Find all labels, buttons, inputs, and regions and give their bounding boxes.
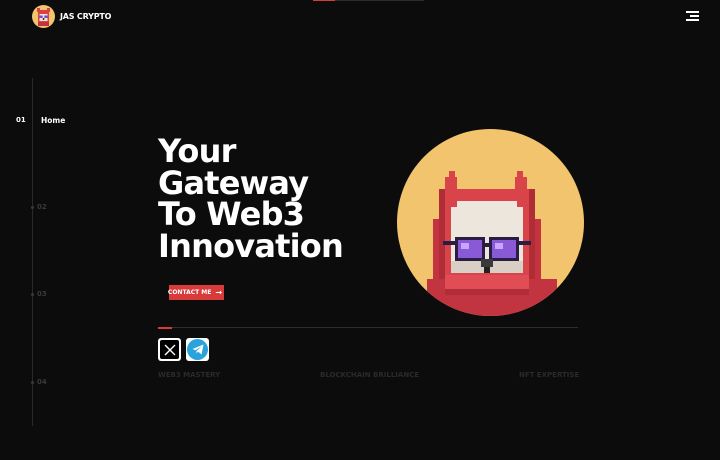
feature-blockchain-brilliance: BLOCKCHAIN BRILLIANCE: [320, 371, 420, 379]
brand-name: JAS CRYPTO: [60, 12, 112, 21]
divider-accent: [158, 326, 172, 329]
contact-me-label: CONTACT ME: [167, 289, 212, 296]
top-progress-line: [313, 0, 424, 1]
telegram-link[interactable]: [186, 338, 209, 361]
brand-logo[interactable]: JAS CRYPTO: [32, 5, 111, 28]
nav-dot: [31, 206, 34, 209]
headline-line: Your: [158, 132, 236, 170]
nav-item-home[interactable]: Home: [41, 116, 65, 125]
telegram-icon: [187, 339, 208, 360]
nav-item-home-number[interactable]: 01: [16, 116, 26, 124]
page: JAS CRYPTO 01 Home 02 03 04 Your Gateway…: [0, 0, 720, 460]
nav-item-04[interactable]: 04: [37, 378, 47, 386]
hero-headline: Your Gateway To Web3 Innovation: [158, 132, 344, 265]
headline-line: To Web3: [158, 195, 305, 233]
headline-line: Innovation: [158, 226, 344, 265]
feature-web3-mastery: WEB3 MASTERY: [158, 371, 221, 379]
hamburger-menu-button[interactable]: [686, 11, 699, 21]
nav-dot: [31, 293, 34, 296]
nav-item-02[interactable]: 02: [37, 203, 47, 211]
top-progress-accent: [313, 0, 335, 1]
nav-item-03[interactable]: 03: [37, 290, 47, 298]
x-twitter-link[interactable]: [158, 338, 181, 361]
arrow-right-icon: →: [215, 287, 223, 297]
menu-line: [686, 11, 699, 13]
x-twitter-icon: [160, 340, 179, 359]
feature-nft-expertise: NFT EXPERTISE: [519, 371, 580, 379]
menu-line: [686, 19, 699, 21]
owl-logo-icon: [32, 5, 55, 28]
pixel-owl-avatar: [397, 129, 584, 316]
contact-me-button[interactable]: CONTACT ME →: [158, 285, 224, 300]
section-divider: [158, 326, 578, 329]
nav-rail: [32, 78, 33, 426]
nav-dot: [31, 381, 34, 384]
menu-line: [690, 15, 699, 17]
